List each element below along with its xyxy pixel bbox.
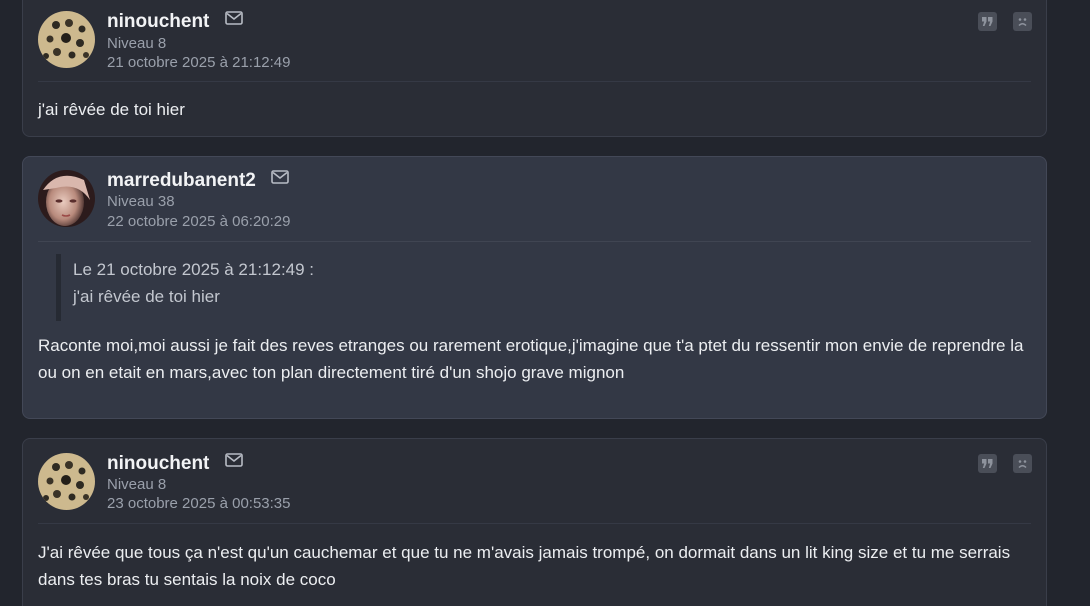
sad-face-icon[interactable] bbox=[1013, 454, 1032, 473]
post: ninouchent Niveau 8 23 octobre 2025 à 00… bbox=[22, 438, 1047, 606]
sad-face-icon[interactable] bbox=[1013, 12, 1032, 31]
post-header: marredubanent2 Niveau 38 22 octobre 2025… bbox=[23, 157, 1046, 241]
quote-icon[interactable] bbox=[978, 454, 997, 473]
mail-icon[interactable] bbox=[224, 451, 243, 473]
message-feed: ninouchent Niveau 8 21 octobre 2025 à 21… bbox=[0, 0, 1090, 606]
post-header: ninouchent Niveau 8 23 octobre 2025 à 00… bbox=[23, 439, 1046, 523]
post-date[interactable]: 23 octobre 2025 à 00:53:35 bbox=[107, 495, 291, 513]
post-actions bbox=[978, 12, 1032, 31]
quote-icon[interactable] bbox=[978, 12, 997, 31]
author-name[interactable]: ninouchent bbox=[107, 11, 209, 32]
mail-icon[interactable] bbox=[271, 168, 289, 190]
quote-header: Le 21 octobre 2025 à 21:12:49 : bbox=[73, 260, 315, 279]
quote-block: Le 21 octobre 2025 à 21:12:49 : j'ai rêv… bbox=[56, 254, 1046, 321]
author-level: Niveau 8 bbox=[107, 476, 167, 493]
avatar[interactable] bbox=[38, 11, 95, 68]
avatar[interactable] bbox=[38, 453, 95, 510]
post-body: Raconte moi,moi aussi je fait des reves … bbox=[38, 336, 1024, 382]
post: ninouchent Niveau 8 21 octobre 2025 à 21… bbox=[22, 0, 1047, 137]
post-date[interactable]: 21 octobre 2025 à 21:12:49 bbox=[107, 54, 291, 72]
post-body: j'ai rêvée de toi hier bbox=[38, 100, 185, 119]
post: marredubanent2 Niveau 38 22 octobre 2025… bbox=[22, 156, 1047, 419]
quote-text: j'ai rêvée de toi hier bbox=[73, 287, 220, 306]
author-level: Niveau 38 bbox=[107, 193, 175, 210]
post-header: ninouchent Niveau 8 21 octobre 2025 à 21… bbox=[23, 0, 1046, 81]
post-body: J'ai rêvée que tous ça n'est qu'un cauch… bbox=[38, 543, 1011, 589]
author-name[interactable]: marredubanent2 bbox=[107, 170, 256, 191]
mail-icon[interactable] bbox=[224, 9, 243, 31]
post-actions bbox=[978, 454, 1032, 473]
divider bbox=[38, 241, 1031, 242]
author-level: Niveau 8 bbox=[107, 35, 167, 52]
author-name[interactable]: ninouchent bbox=[107, 453, 209, 474]
post-date[interactable]: 22 octobre 2025 à 06:20:29 bbox=[107, 213, 291, 231]
avatar[interactable] bbox=[38, 170, 95, 227]
